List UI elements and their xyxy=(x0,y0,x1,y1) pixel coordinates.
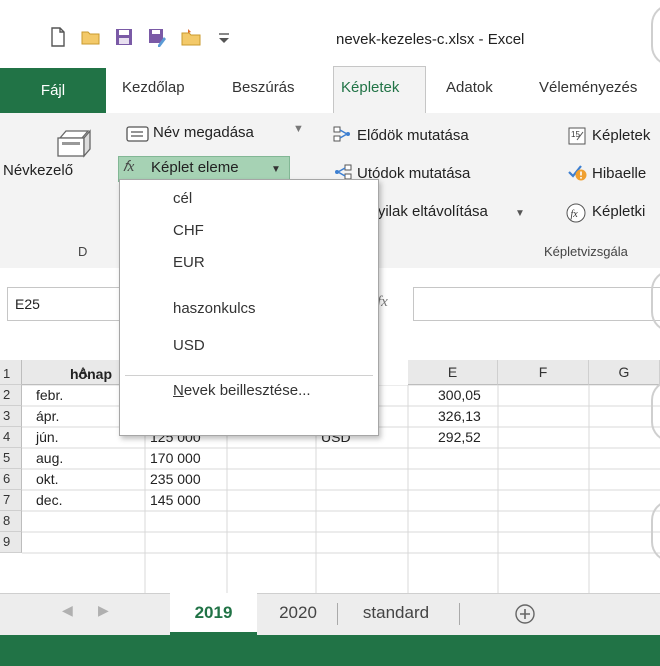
sheet-tab-2019[interactable]: 2019 xyxy=(170,593,257,635)
show-formulas-button[interactable]: Képletek xyxy=(592,127,650,144)
tab-file[interactable]: Fájl xyxy=(0,68,106,113)
cell-a1[interactable]: hónap xyxy=(70,366,112,382)
group-formula-auditing-label: Képletvizsgála xyxy=(544,244,628,259)
group-defined-names-label: D xyxy=(78,244,88,259)
evaluate-formula-icon: fx xyxy=(566,203,586,223)
tab-data[interactable]: Adatok xyxy=(446,79,493,96)
cell-a2[interactable]: febr. xyxy=(36,387,63,403)
row-header[interactable]: 8 xyxy=(0,511,22,532)
save-icon[interactable] xyxy=(113,26,135,48)
window-title: nevek-kezeles-c.xlsx - Excel xyxy=(336,31,525,48)
dropdown-item-eur[interactable]: EUR xyxy=(173,254,205,271)
paste-names-accelerator: N xyxy=(173,382,184,399)
dropdown-item-usd[interactable]: USD xyxy=(173,337,205,354)
define-name-icon xyxy=(126,126,149,142)
cell-a4[interactable]: jún. xyxy=(36,429,59,445)
open-folder-icon[interactable] xyxy=(80,26,102,48)
chevron-down-icon[interactable]: ▼ xyxy=(515,208,525,219)
show-formulas-icon: 15 xyxy=(568,127,586,145)
cell-a3[interactable]: ápr. xyxy=(36,408,59,424)
formula-fx-icon: 𝑓x xyxy=(123,159,135,175)
row-header[interactable]: 5 xyxy=(0,448,22,469)
status-bar xyxy=(0,635,660,666)
scroll-right-icon[interactable]: ▶ xyxy=(98,602,109,619)
paste-names-label: evek beillesztése... xyxy=(183,382,311,399)
trace-precedents-icon xyxy=(333,126,350,142)
formula-input[interactable] xyxy=(413,287,660,321)
row-header[interactable]: 1 xyxy=(0,364,22,385)
folder-icon[interactable] xyxy=(180,26,202,48)
dropdown-item-chf[interactable]: CHF xyxy=(173,222,204,239)
scroll-left-icon[interactable]: ◀ xyxy=(62,602,73,619)
svg-text:fx: fx xyxy=(571,209,579,220)
error-checking-icon xyxy=(568,165,587,181)
column-header-g[interactable]: G xyxy=(589,360,660,385)
paste-names-item[interactable]: Nevek beillesztése... xyxy=(173,382,311,399)
cell-a7[interactable]: dec. xyxy=(36,492,62,508)
error-checking-button[interactable]: Hibaelle xyxy=(592,165,646,182)
tab-home[interactable]: Kezdőlap xyxy=(122,79,185,96)
cell-a5[interactable]: aug. xyxy=(36,450,63,466)
name-box[interactable]: E25 xyxy=(7,287,137,321)
row-header[interactable]: 3 xyxy=(0,406,22,427)
column-header-f[interactable]: F xyxy=(498,360,589,385)
name-manager-button[interactable]: Névkezelő xyxy=(3,162,73,179)
sheet-tab-2020[interactable]: 2020 xyxy=(262,593,334,635)
cell-b6[interactable]: 235 000 xyxy=(150,471,201,487)
chevron-down-icon[interactable]: ▼ xyxy=(293,123,304,135)
use-in-formula-label: Képlet eleme xyxy=(151,159,239,176)
dropdown-item-cel[interactable]: cél xyxy=(173,190,192,207)
evaluate-formula-button[interactable]: Képletki xyxy=(592,203,645,220)
trace-precedents-button[interactable]: Elődök mutatása xyxy=(357,127,469,144)
row-header[interactable]: 4 xyxy=(0,427,22,448)
cell-b5[interactable]: 170 000 xyxy=(150,450,201,466)
cell-e3[interactable]: 326,13 xyxy=(438,408,481,424)
column-header-e[interactable]: E xyxy=(408,360,498,385)
tab-formulas[interactable]: Képletek xyxy=(341,79,399,96)
row-header[interactable]: 7 xyxy=(0,490,22,511)
row-header[interactable]: 9 xyxy=(0,532,22,553)
dropdown-divider xyxy=(125,375,373,376)
row-header[interactable]: 6 xyxy=(0,469,22,490)
customize-toolbar-icon[interactable] xyxy=(213,26,235,48)
define-name-button[interactable]: Név megadása xyxy=(153,124,254,141)
sheet-tab-standard[interactable]: standard xyxy=(342,593,450,635)
cell-a6[interactable]: okt. xyxy=(36,471,59,487)
add-sheet-icon[interactable] xyxy=(514,603,536,625)
tab-insert[interactable]: Beszúrás xyxy=(232,79,295,96)
sheet-divider xyxy=(459,603,460,625)
save-as-icon[interactable] xyxy=(146,26,168,48)
chevron-down-icon: ▼ xyxy=(271,164,281,175)
sheet-divider xyxy=(337,603,338,625)
cell-e2[interactable]: 300,05 xyxy=(438,387,481,403)
cell-e4[interactable]: 292,52 xyxy=(438,429,481,445)
row-header[interactable]: 2 xyxy=(0,385,22,406)
new-file-icon[interactable] xyxy=(47,26,69,48)
dropdown-item-haszonkulcs[interactable]: haszonkulcs xyxy=(173,300,256,317)
remove-arrows-button[interactable]: Nyilak eltávolítása xyxy=(367,203,488,220)
cell-b7[interactable]: 145 000 xyxy=(150,492,201,508)
tab-review[interactable]: Véleményezés xyxy=(539,79,637,96)
